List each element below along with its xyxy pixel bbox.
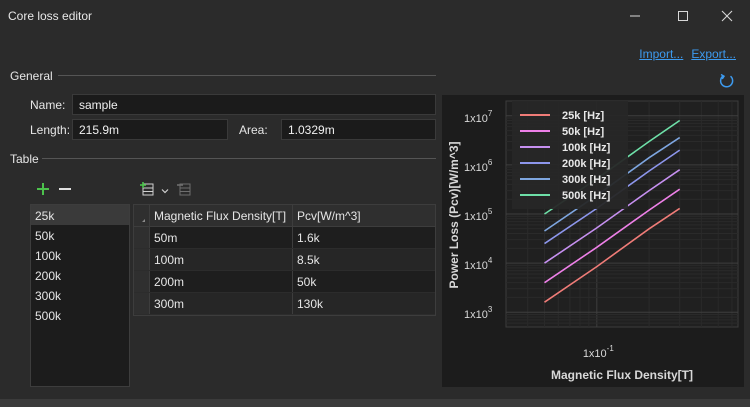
window-close-button[interactable] [704,0,750,32]
x-axis-label: Magnetic Flux Density[T] [551,368,693,382]
flux-cell[interactable]: 300m [150,293,293,314]
add-row-icon [140,182,154,196]
flux-cell[interactable]: 50m [150,227,293,248]
frequency-list[interactable]: 25k 50k 100k 200k 300k 500k [30,204,130,387]
legend-label: 100k [Hz] [562,142,611,154]
table-row[interactable]: 200m 50k [134,271,435,293]
chevron-down-icon [161,189,169,194]
row-header[interactable] [134,249,150,270]
name-field[interactable]: sample [72,94,436,115]
general-heading: General [10,69,53,83]
legend-label: 300k [Hz] [562,174,611,186]
remove-frequency-button[interactable] [58,182,72,196]
legend-label: 25k [Hz] [562,110,605,122]
y-axis-label: Power Loss (Pcv)[W/m^3] [447,141,461,288]
window-maximize-icon [678,11,688,21]
export-link[interactable]: Export... [691,47,736,61]
flux-cell[interactable]: 200m [150,271,293,292]
chart-svg: 1x103 1x104 1x105 1x106 1x107 1x10-1 Magnetic … [447,100,739,382]
y-tick-label: 1x104 [464,256,493,272]
area-field[interactable]: 1.0329m [281,119,436,140]
row-header[interactable] [134,271,150,292]
y-tick-label: 1x105 [464,207,493,223]
y-tick-label: 1x106 [464,158,493,174]
column-header-pcv[interactable]: Pcv[W/m^3] [293,205,435,226]
delete-row-icon [177,183,191,196]
window-title: Core loss editor [8,9,93,23]
frequency-item[interactable]: 100k [31,245,129,265]
status-bar [0,399,750,407]
column-header-flux[interactable]: Magnetic Flux Density[T] [150,205,293,226]
pcv-cell[interactable]: 130k [293,293,435,314]
legend-label: 500k [Hz] [562,190,611,202]
frequency-item[interactable]: 500k [31,305,129,325]
table-header: Magnetic Flux Density[T] Pcv[W/m^3] [134,205,435,227]
remove-icon [59,188,71,190]
core-loss-chart: 1x103 1x104 1x105 1x106 1x107 1x10-1 Magnetic … [442,95,744,387]
window-minimize-button[interactable] [612,0,658,32]
length-label: Length: [30,123,71,137]
frequency-item[interactable]: 200k [31,265,129,285]
pcv-cell[interactable]: 1.6k [293,227,435,248]
window-minimize-icon [630,15,640,17]
data-table: Magnetic Flux Density[T] Pcv[W/m^3] 50m 1… [133,204,436,316]
add-icon [37,183,49,195]
table-row[interactable]: 100m 8.5k [134,249,435,271]
flux-cell[interactable]: 100m [150,249,293,270]
corner-cell[interactable] [134,205,150,226]
row-header[interactable] [134,293,150,314]
table-row[interactable]: 50m 1.6k [134,227,435,249]
window-maximize-button[interactable] [660,0,706,32]
legend-label: 50k [Hz] [562,126,605,138]
name-label: Name: [30,98,66,112]
pcv-cell[interactable]: 8.5k [293,249,435,270]
table-divider [42,158,436,159]
add-row-button[interactable] [139,181,155,197]
add-frequency-button[interactable] [36,182,50,196]
delete-row-button[interactable] [176,181,192,197]
frequency-item[interactable]: 25k [31,205,129,225]
table-row[interactable]: 300m 130k [134,293,435,315]
import-export-links: Import... Export... [639,47,736,61]
area-label: Area: [239,123,268,137]
import-link[interactable]: Import... [639,47,683,61]
title-bar: Core loss editor [0,0,750,32]
row-header[interactable] [134,227,150,248]
legend-label: 200k [Hz] [562,158,611,170]
y-tick-label: 1x107 [464,109,493,125]
refresh-icon [719,73,734,88]
table-heading: Table [10,152,39,166]
general-divider [58,75,436,76]
window-close-icon [721,10,733,22]
add-row-dropdown[interactable] [160,185,170,195]
x-tick-label: 1x10-1 [583,344,615,360]
refresh-button[interactable] [718,72,736,90]
frequency-item[interactable]: 50k [31,225,129,245]
frequency-item[interactable]: 300k [31,285,129,305]
pcv-cell[interactable]: 50k [293,271,435,292]
length-field[interactable]: 215.9m [72,119,228,140]
y-tick-label: 1x103 [464,305,493,321]
